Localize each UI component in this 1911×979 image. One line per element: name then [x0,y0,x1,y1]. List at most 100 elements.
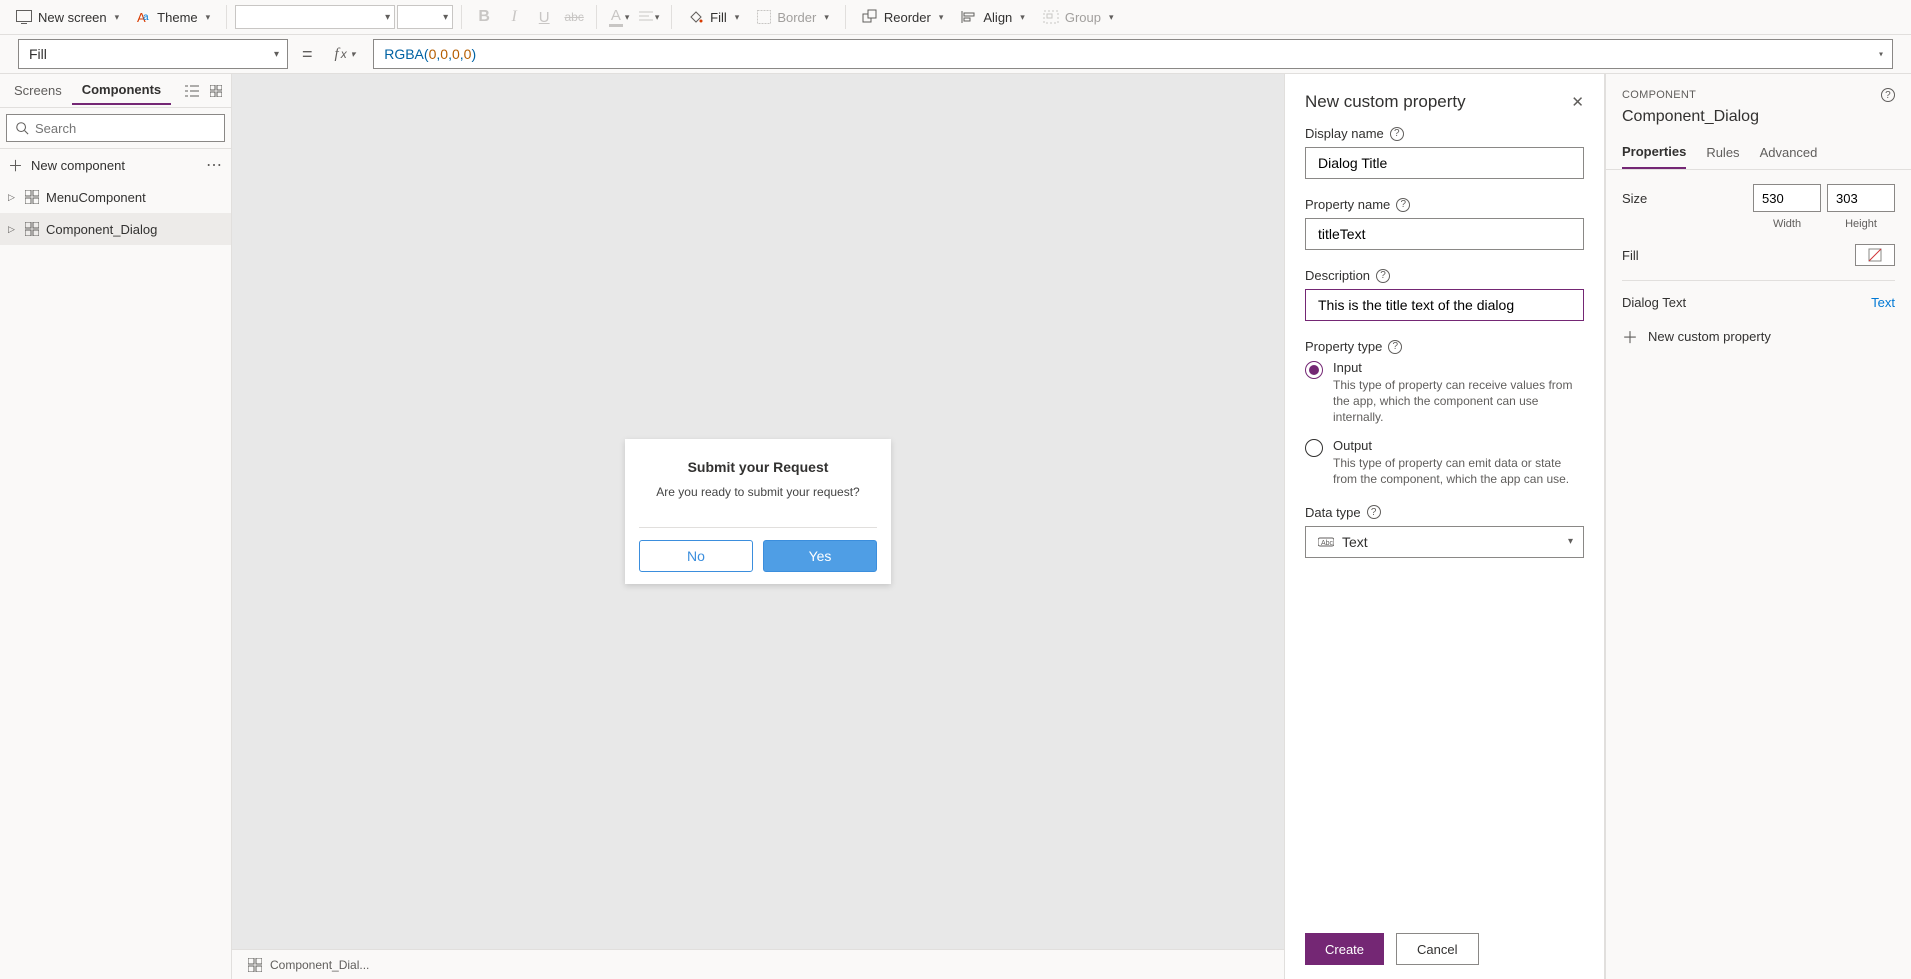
property-name-label: Property name? [1305,197,1584,212]
data-type-select[interactable]: Abc Text [1305,526,1584,558]
new-custom-property-label: New custom property [1648,329,1771,344]
border-icon [757,10,771,24]
new-screen-button[interactable]: New screen ▾ [8,6,127,29]
rp-header: COMPONENT ? [1606,74,1911,108]
border-button: Border ▾ [749,6,837,29]
fill-button[interactable]: Fill ▾ [680,5,747,29]
strikethrough-button: abc [560,3,588,31]
tree-view-panel: Screens Components ＋ New component ⋯ ▷ M… [0,74,232,979]
canvas[interactable]: Submit your Request Are you ready to sub… [232,74,1284,949]
new-screen-label: New screen [38,10,107,25]
description-input[interactable] [1305,289,1584,321]
tab-screens[interactable]: Screens [4,77,72,104]
chevron-down-icon: ▾ [206,12,211,23]
property-type-label: Property type? [1305,339,1584,354]
search-input[interactable] [6,114,225,142]
tab-components[interactable]: Components [72,76,171,105]
chevron-down-icon: ▾ [1109,12,1114,23]
prop-pane-header: New custom property ✕ [1285,74,1604,126]
underline-button: U [530,3,558,31]
info-icon[interactable]: ? [1396,198,1410,212]
fill-color-swatch[interactable] [1855,244,1895,266]
height-label: Height [1827,218,1895,230]
close-icon[interactable]: ✕ [1571,93,1584,111]
fill-label: Fill [1622,248,1855,263]
no-fill-icon [1868,248,1882,262]
fx-button[interactable]: fx▾ [327,46,364,63]
separator [845,5,846,29]
theme-icon: Aa [137,10,151,24]
info-icon[interactable]: ? [1367,505,1381,519]
text-type-icon: Abc [1318,536,1334,548]
info-icon[interactable]: ? [1388,340,1402,354]
dialog-title: Submit your Request [639,459,877,475]
chevron-down-icon: ▾ [824,12,829,23]
new-custom-property-pane: New custom property ✕ Display name? Prop… [1284,74,1605,979]
separator [596,5,597,29]
display-name-input[interactable] [1305,147,1584,179]
grid-view-icon[interactable] [205,80,227,102]
new-component-button[interactable]: ＋ New component ⋯ [0,149,231,181]
rp-title: Component_Dialog [1606,108,1911,136]
rp-tabs: Properties Rules Advanced [1606,136,1911,170]
tree-item-label: MenuComponent [46,190,146,205]
create-button[interactable]: Create [1305,933,1384,965]
chevron-down-icon: ▾ [1020,12,1025,23]
dialog-message: Are you ready to submit your request? [639,485,877,499]
formula-input[interactable]: RGBA(0, 0, 0, 0) [373,39,1893,69]
more-icon[interactable]: ⋯ [206,155,223,175]
tree-item-menucomponent[interactable]: ▷ MenuComponent [0,181,231,213]
tab-properties[interactable]: Properties [1622,136,1686,169]
component-icon [24,189,40,205]
info-icon[interactable]: ? [1390,127,1404,141]
property-name-input[interactable] [1305,218,1584,250]
height-input[interactable] [1827,184,1895,212]
status-component-name: Component_Dial... [270,958,369,972]
info-icon[interactable]: ? [1376,269,1390,283]
radio-output-title: Output [1333,438,1584,453]
dialog-no-button[interactable]: No [639,540,753,572]
radio-output[interactable]: Output This type of property can emit dat… [1305,438,1584,487]
help-icon[interactable]: ? [1881,88,1895,102]
bold-button: B [470,3,498,31]
tree-item-component-dialog[interactable]: ▷ Component_Dialog [0,213,231,245]
align-button[interactable]: Align ▾ [953,6,1032,29]
tab-rules[interactable]: Rules [1706,136,1739,169]
font-family-dropdown[interactable] [235,5,395,29]
main-toolbar: New screen ▾ Aa Theme ▾ B I U abc A▾ ▾ F… [0,0,1911,35]
radio-input-desc: This type of property can receive values… [1333,377,1584,426]
dialog-text-value[interactable]: Text [1871,295,1895,310]
tab-advanced[interactable]: Advanced [1760,136,1818,169]
screen-icon [16,10,32,24]
tree-item-label: Component_Dialog [46,222,157,237]
chevron-down-icon: ▾ [735,12,740,23]
radio-input-indicator[interactable] [1305,361,1323,379]
radio-input[interactable]: InputThis type of property can receive v… [1305,360,1584,426]
description-label: Description? [1305,268,1584,283]
chevron-down-icon: ▾ [939,12,944,23]
chevron-down-icon: ▾ [115,12,120,23]
chevron-right-icon: ▷ [8,224,18,235]
width-input[interactable] [1753,184,1821,212]
chevron-down-icon: ▾ [351,49,356,60]
data-type-label: Data type? [1305,505,1584,520]
reorder-icon [862,9,878,25]
property-selector[interactable]: Fill [18,39,288,69]
font-size-dropdown[interactable] [397,5,453,29]
align-label: Align [983,10,1012,25]
dialog-component[interactable]: Submit your Request Are you ready to sub… [625,439,891,584]
formula-fn: RGBA [384,46,424,62]
separator [226,5,227,29]
new-custom-property-link[interactable]: ＋ New custom property [1622,324,1895,348]
theme-button[interactable]: Aa Theme ▾ [129,6,218,29]
list-view-icon[interactable] [181,80,203,102]
dialog-yes-button[interactable]: Yes [763,540,877,572]
dialog-divider [639,527,877,528]
canvas-area: Submit your Request Are you ready to sub… [232,74,1284,979]
radio-output-indicator[interactable] [1305,439,1323,457]
radio-output-desc: This type of property can emit data or s… [1333,455,1584,487]
reorder-button[interactable]: Reorder ▾ [854,5,952,29]
border-label: Border [777,10,816,25]
cancel-button[interactable]: Cancel [1396,933,1478,965]
italic-button: I [500,3,528,31]
